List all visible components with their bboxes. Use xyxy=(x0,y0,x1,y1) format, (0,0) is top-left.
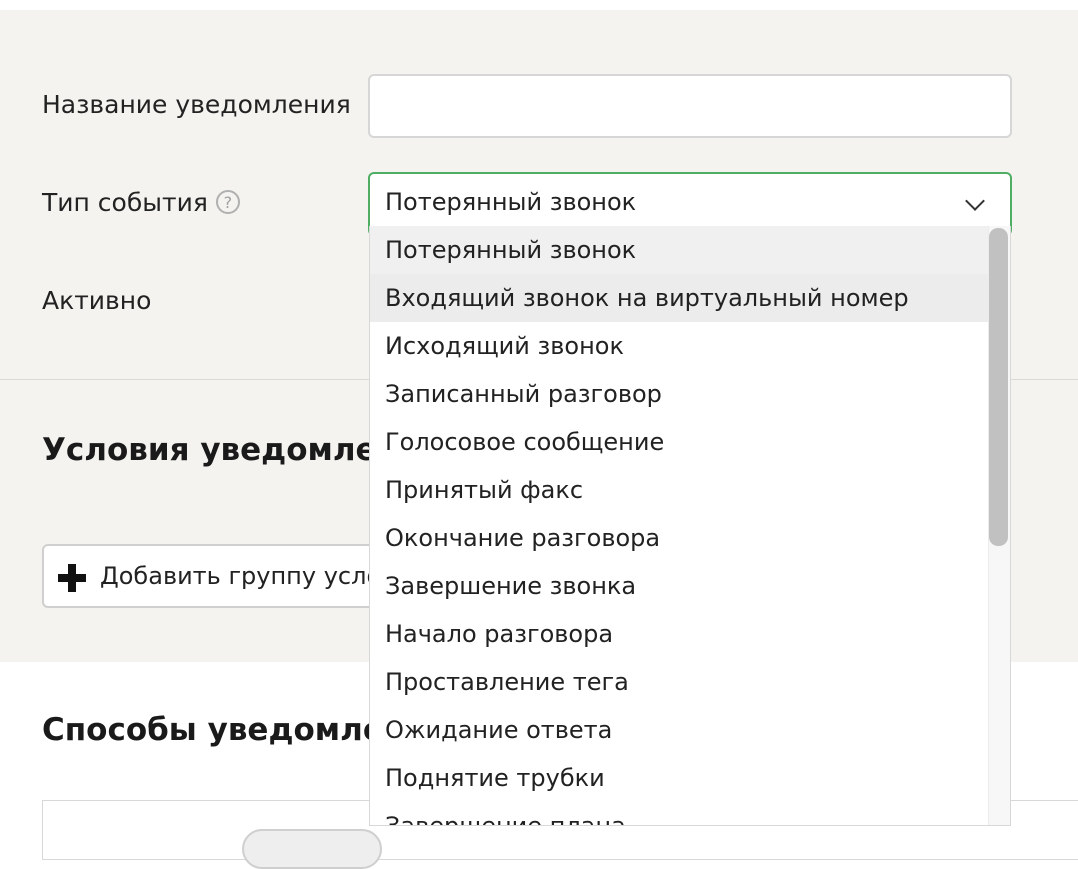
event-type-option[interactable]: Входящий звонок на виртуальный номер xyxy=(370,274,990,322)
chevron-down-icon xyxy=(965,191,985,211)
event-type-option[interactable]: Проставление тега xyxy=(370,658,990,706)
event-type-label-row: Тип события? xyxy=(42,188,240,217)
dropdown-scrollbar[interactable] xyxy=(988,226,1010,825)
top-strip xyxy=(0,0,1078,10)
notification-name-input[interactable] xyxy=(368,74,1012,138)
scrollbar-thumb[interactable] xyxy=(989,228,1008,546)
event-type-label: Тип события xyxy=(42,188,208,217)
event-type-option[interactable]: Ожидание ответа xyxy=(370,706,990,754)
notification-name-label: Название уведомления xyxy=(42,90,351,119)
event-type-option[interactable]: Принятый факс xyxy=(370,466,990,514)
add-condition-group-label: Добавить группу усло xyxy=(100,562,382,590)
event-type-option[interactable]: Завершение плана xyxy=(370,802,990,825)
methods-heading: Способы уведомлен xyxy=(42,712,406,748)
method-toggle[interactable] xyxy=(242,829,382,869)
event-type-dropdown: Потерянный звонок Входящий звонок на вир… xyxy=(369,226,1011,826)
plus-icon xyxy=(58,564,86,592)
event-type-option[interactable]: Потерянный звонок xyxy=(370,226,990,274)
event-type-option[interactable]: Поднятие трубки xyxy=(370,754,990,802)
event-type-option[interactable]: Записанный разговор xyxy=(370,370,990,418)
event-type-selected-value: Потерянный звонок xyxy=(385,188,637,216)
event-type-options: Потерянный звонок Входящий звонок на вир… xyxy=(370,226,990,825)
event-type-option[interactable]: Завершение звонка xyxy=(370,562,990,610)
help-icon[interactable]: ? xyxy=(215,190,240,214)
active-label: Активно xyxy=(42,286,152,315)
event-type-option[interactable]: Начало разговора xyxy=(370,610,990,658)
event-type-option[interactable]: Голосовое сообщение xyxy=(370,418,990,466)
conditions-heading: Условия уведомлени xyxy=(42,432,420,468)
event-type-option[interactable]: Окончание разговора xyxy=(370,514,990,562)
event-type-option[interactable]: Исходящий звонок xyxy=(370,322,990,370)
